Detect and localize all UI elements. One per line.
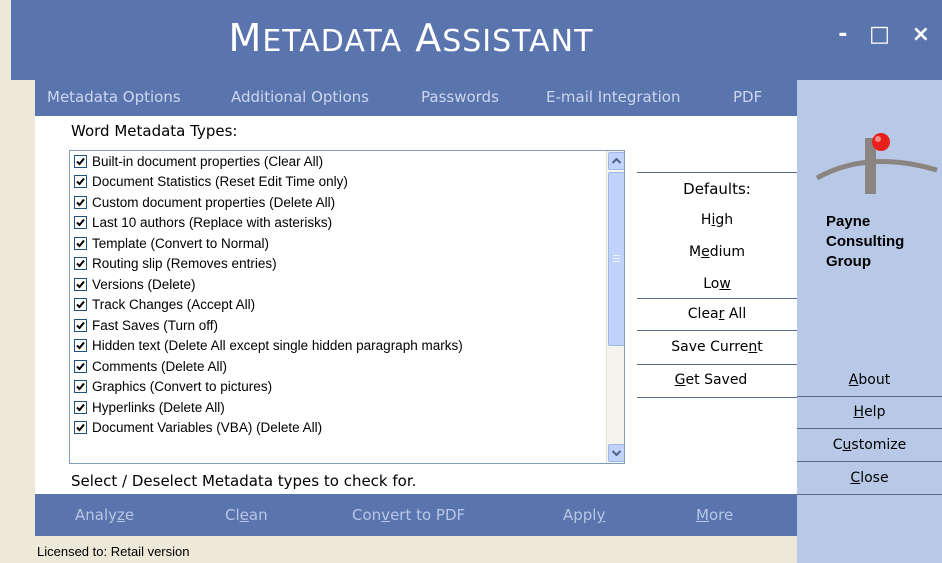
- metadata-item-label: Track Changes (Accept All): [92, 297, 256, 313]
- clear-all-button[interactable]: Clear All: [655, 306, 779, 322]
- metadata-item[interactable]: Custom document properties (Delete All): [70, 192, 624, 213]
- metadata-item[interactable]: Document Statistics (Reset Edit Time onl…: [70, 172, 624, 193]
- checkbox[interactable]: [74, 298, 87, 312]
- metadata-item-label: Built-in document properties (Clear All): [92, 153, 324, 169]
- metadata-item-label: Last 10 authors (Replace with asterisks): [92, 215, 333, 231]
- tab-passwords[interactable]: Passwords: [421, 88, 499, 106]
- metadata-item-label: Graphics (Convert to pictures): [92, 379, 273, 395]
- metadata-item-label: Hidden text (Delete All except single hi…: [92, 338, 463, 354]
- more-button[interactable]: More: [696, 506, 733, 524]
- check-icon: [76, 362, 85, 371]
- scroll-down-button[interactable]: [608, 444, 624, 462]
- checkbox[interactable]: [74, 339, 87, 353]
- check-icon: [76, 403, 85, 412]
- metadata-item-label: Versions (Delete): [92, 276, 196, 292]
- check-icon: [76, 198, 85, 207]
- check-icon: [76, 178, 85, 186]
- metadata-item-label: Template (Convert to Normal): [92, 235, 270, 251]
- default-high-button[interactable]: High: [655, 212, 779, 228]
- default-medium-button[interactable]: Medium: [655, 244, 779, 260]
- checkbox[interactable]: [74, 277, 87, 291]
- company-logo: [815, 133, 938, 194]
- maximize-icon[interactable]: □: [869, 22, 890, 47]
- panel-caption: Word Metadata Types:: [71, 122, 238, 140]
- metadata-item-label: Document Variables (VBA) (Delete All): [92, 420, 323, 436]
- defaults-label: Defaults:: [683, 180, 751, 198]
- checkbox[interactable]: [74, 318, 87, 332]
- save-current-button[interactable]: Save Current: [655, 339, 779, 355]
- tab-metadata-options[interactable]: Metadata Options: [47, 88, 181, 106]
- check-icon: [76, 157, 85, 166]
- close-button[interactable]: Close: [797, 470, 942, 486]
- default-low-button[interactable]: Low: [655, 276, 779, 292]
- check-icon: [76, 280, 85, 289]
- metadata-item[interactable]: Document Variables (VBA) (Delete All): [70, 418, 624, 439]
- metadata-item[interactable]: Versions (Delete): [70, 274, 624, 295]
- check-icon: [76, 260, 85, 268]
- metadata-item-label: Custom document properties (Delete All): [92, 194, 336, 210]
- metadata-item[interactable]: Built-in document properties (Clear All): [70, 151, 624, 172]
- checkbox[interactable]: [74, 257, 87, 271]
- tab-email-integration[interactable]: E-mail Integration: [546, 88, 680, 106]
- check-icon: [76, 301, 85, 309]
- check-icon: [76, 424, 85, 432]
- metadata-item-label: Document Statistics (Reset Edit Time onl…: [92, 174, 348, 190]
- check-icon: [76, 239, 85, 248]
- checkbox[interactable]: [74, 421, 87, 435]
- checkbox[interactable]: [74, 400, 87, 414]
- check-icon: [76, 383, 85, 391]
- metadata-types-list[interactable]: Built-in document properties (Clear All)…: [69, 150, 625, 464]
- license-status: Licensed to: Retail version: [37, 544, 190, 559]
- metadata-item-label: Routing slip (Removes entries): [92, 256, 277, 272]
- metadata-item[interactable]: Fast Saves (Turn off): [70, 315, 624, 336]
- metadata-item[interactable]: Hidden text (Delete All except single hi…: [70, 336, 624, 357]
- hint-text: Select / Deselect Metadata types to chec…: [71, 472, 417, 490]
- tab-bar: Metadata Options Additional Options Pass…: [35, 80, 797, 116]
- window-controls: - □ ×: [824, 22, 930, 47]
- analyze-button[interactable]: Analyze: [75, 506, 134, 524]
- metadata-item[interactable]: Routing slip (Removes entries): [70, 254, 624, 275]
- tab-additional-options[interactable]: Additional Options: [231, 88, 369, 106]
- vertical-scrollbar[interactable]: [606, 151, 624, 463]
- customize-button[interactable]: Customize: [797, 437, 942, 453]
- metadata-options-panel: Word Metadata Types: Built-in document p…: [35, 116, 797, 494]
- apply-button[interactable]: Apply: [563, 506, 605, 524]
- app-window: METADATA ASSISTANT - □ × Metadata Option…: [11, 0, 942, 563]
- scroll-up-button[interactable]: [608, 152, 624, 170]
- checkbox[interactable]: [74, 154, 87, 168]
- metadata-item[interactable]: Hyperlinks (Delete All): [70, 397, 624, 418]
- tab-pdf[interactable]: PDF: [733, 88, 762, 106]
- metadata-item-label: Comments (Delete All): [92, 358, 228, 374]
- checkbox[interactable]: [74, 236, 87, 250]
- checkbox[interactable]: [74, 380, 87, 394]
- checkbox[interactable]: [74, 195, 87, 209]
- checkbox[interactable]: [74, 216, 87, 230]
- metadata-item[interactable]: Template (Convert to Normal): [70, 233, 624, 254]
- chevron-down-icon: [612, 450, 621, 456]
- clean-button[interactable]: Clean: [225, 506, 268, 524]
- check-icon: [76, 342, 85, 350]
- metadata-item[interactable]: Graphics (Convert to pictures): [70, 377, 624, 398]
- check-icon: [76, 219, 85, 227]
- title-bar[interactable]: METADATA ASSISTANT - □ ×: [11, 0, 942, 80]
- app-title: METADATA ASSISTANT: [228, 16, 594, 60]
- chevron-up-icon: [612, 158, 621, 164]
- close-icon[interactable]: ×: [912, 22, 930, 47]
- metadata-item[interactable]: Last 10 authors (Replace with asterisks): [70, 213, 624, 234]
- minimize-icon[interactable]: -: [838, 22, 847, 47]
- metadata-item[interactable]: Comments (Delete All): [70, 356, 624, 377]
- about-button[interactable]: About: [797, 372, 942, 388]
- convert-to-pdf-button[interactable]: Convert to PDF: [352, 506, 465, 524]
- get-saved-button[interactable]: Get Saved: [649, 372, 773, 388]
- metadata-item-label: Fast Saves (Turn off): [92, 317, 219, 333]
- scroll-thumb[interactable]: [608, 172, 624, 346]
- checkbox[interactable]: [74, 359, 87, 373]
- metadata-item[interactable]: Track Changes (Accept All): [70, 295, 624, 316]
- brand-name: Payne Consulting Group: [826, 213, 905, 270]
- help-button[interactable]: Help: [797, 404, 942, 420]
- checkbox[interactable]: [74, 175, 87, 189]
- metadata-item-label: Hyperlinks (Delete All): [92, 399, 225, 415]
- action-bar: Analyze Clean Convert to PDF Apply More: [35, 494, 797, 536]
- check-icon: [76, 321, 85, 330]
